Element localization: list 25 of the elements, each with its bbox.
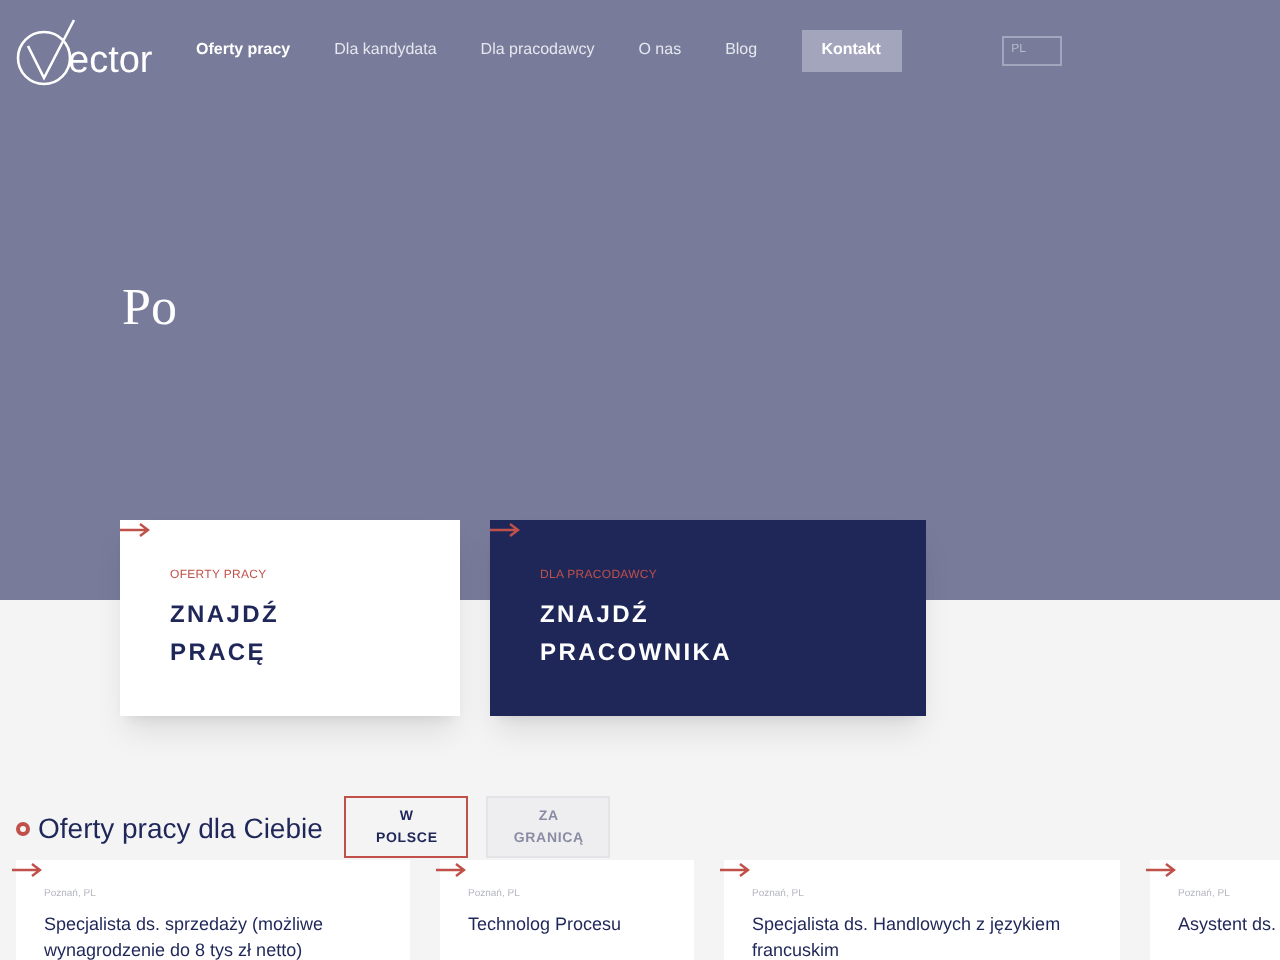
hero-title: Po <box>122 276 179 340</box>
logo-text: ector <box>68 42 153 80</box>
card-title: PRACOWNIKA <box>540 636 734 670</box>
arrow-icon <box>720 862 752 878</box>
nav-link[interactable]: O nas <box>638 38 682 62</box>
logo[interactable]: ector <box>16 14 176 86</box>
card-title: PRACĘ <box>170 636 269 670</box>
job-title: Technolog Procesu <box>468 911 624 937</box>
contact-button[interactable]: Kontakt <box>801 29 902 71</box>
job-title: Specjalista ds. Handlowych z językiem francuskim <box>752 911 1063 960</box>
circle-bullet-icon <box>16 822 30 836</box>
card-title: ZNAJDŹ <box>170 598 282 632</box>
nav-link[interactable]: Dla pracodawcy <box>480 38 595 62</box>
arrow-icon <box>120 522 152 538</box>
job-title: Asystent ds. <box>1178 911 1279 937</box>
section-heading: Oferty pracy dla Ciebie <box>38 810 323 848</box>
nav-link[interactable]: Blog <box>725 38 758 62</box>
arrow-icon <box>490 522 522 538</box>
nav-link[interactable]: Dla kandydata <box>334 38 437 62</box>
card-title: ZNAJDŹ <box>540 598 652 632</box>
arrow-icon <box>12 862 44 878</box>
job-title: Specjalista ds. sprzedaży (możliwe wynagrodzenie do 8 tys zł netto) <box>44 911 326 960</box>
arrow-icon <box>436 862 468 878</box>
arrow-icon <box>1146 862 1178 878</box>
nav-link[interactable]: Oferty pracy <box>196 38 291 62</box>
